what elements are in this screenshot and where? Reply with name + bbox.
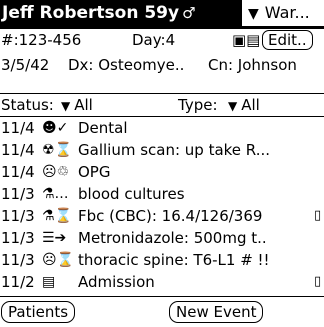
dropdown-triangle-icon: ▼ [248, 6, 259, 22]
event-row[interactable]: 11/4 ☻✓ Dental [0, 117, 324, 139]
patient-id: #:123-456 [1, 31, 82, 49]
event-text: Gallium scan: up take R... [78, 141, 270, 159]
ward-dropdown[interactable]: ▼ War... [244, 0, 324, 26]
event-date: 11/3 [1, 229, 35, 247]
record-icon[interactable]: ▣▤ [232, 31, 260, 49]
event-text: blood cultures [78, 185, 185, 203]
event-row[interactable]: 11/4 ☹♲ OPG [0, 161, 324, 183]
event-type-icon: ▤ [42, 274, 56, 290]
status-filter-value: All [74, 96, 93, 114]
patients-button[interactable]: Patients [1, 301, 76, 323]
event-text: Dental [78, 119, 128, 137]
event-text: Admission [78, 273, 155, 291]
patient-day: Day:4 [132, 31, 176, 49]
patient-dob: 3/5/42 [1, 56, 50, 74]
gender-icon: ♂ [182, 4, 196, 22]
event-row[interactable]: 11/2 ▤ Admission ▯ [0, 271, 324, 293]
patient-name-age: Jeff Robertson 59y [2, 3, 180, 23]
note-icon: ▯ [314, 274, 322, 289]
event-row[interactable]: 11/3 ☰➔ Metronidazole: 500mg t.. [0, 227, 324, 249]
ward-label: War... [264, 3, 310, 22]
event-date: 11/2 [1, 273, 35, 291]
note-icon: ▯ [314, 208, 322, 223]
type-label: Type: [178, 96, 218, 114]
edit-button[interactable]: Edit.. [262, 30, 313, 50]
patient-diagnosis: Dx: Osteomye.. [68, 56, 185, 74]
event-text: Fbc (CBC): 16.4/126/369 [78, 207, 263, 225]
event-date: 11/4 [1, 163, 35, 181]
event-text: OPG [78, 163, 111, 181]
dropdown-triangle-icon: ▼ [228, 99, 238, 113]
event-type-icon: ☢⌛ [42, 142, 72, 158]
patient-consultant: Cn: Johnson [208, 56, 297, 74]
event-type-icon: ⚗… [42, 186, 69, 202]
event-text: thoracic spine: T6-L1 # !! [78, 251, 270, 269]
event-row[interactable]: 11/3 ⚗⌛ Fbc (CBC): 16.4/126/369 ▯ [0, 205, 324, 227]
status-filter[interactable]: ▼ All [55, 94, 93, 117]
event-row[interactable]: 11/3 ☹⌛ thoracic spine: T6-L1 # !! [0, 249, 324, 271]
event-date: 11/4 [1, 119, 35, 137]
footer-bar: Patients New Event [0, 296, 324, 327]
status-label: Status: [1, 96, 54, 114]
event-date: 11/3 [1, 185, 35, 203]
event-text: Metronidazole: 500mg t.. [78, 229, 267, 247]
patient-title: Jeff Robertson 59y ♂ [0, 0, 242, 26]
event-type-icon: ☹♲ [42, 164, 70, 180]
title-bar: Jeff Robertson 59y ♂ ▼ War... [0, 0, 324, 29]
dropdown-triangle-icon: ▼ [61, 99, 71, 113]
event-row[interactable]: 11/3 ⚗… blood cultures [0, 183, 324, 205]
event-row[interactable]: 11/4 ☢⌛ Gallium scan: up take R... [0, 139, 324, 161]
event-date: 11/3 [1, 251, 35, 269]
filter-bar: Status: ▼ All Type: ▼ All [0, 93, 324, 117]
new-event-button[interactable]: New Event [169, 301, 264, 323]
event-date: 11/3 [1, 207, 35, 225]
type-filter[interactable]: ▼ All [222, 94, 260, 117]
event-date: 11/4 [1, 141, 35, 159]
event-type-icon: ☹⌛ [42, 252, 75, 268]
event-type-icon: ☰➔ [42, 230, 67, 246]
event-type-icon: ☻✓ [42, 120, 69, 136]
event-type-icon: ⚗⌛ [42, 208, 72, 224]
type-filter-value: All [241, 96, 260, 114]
